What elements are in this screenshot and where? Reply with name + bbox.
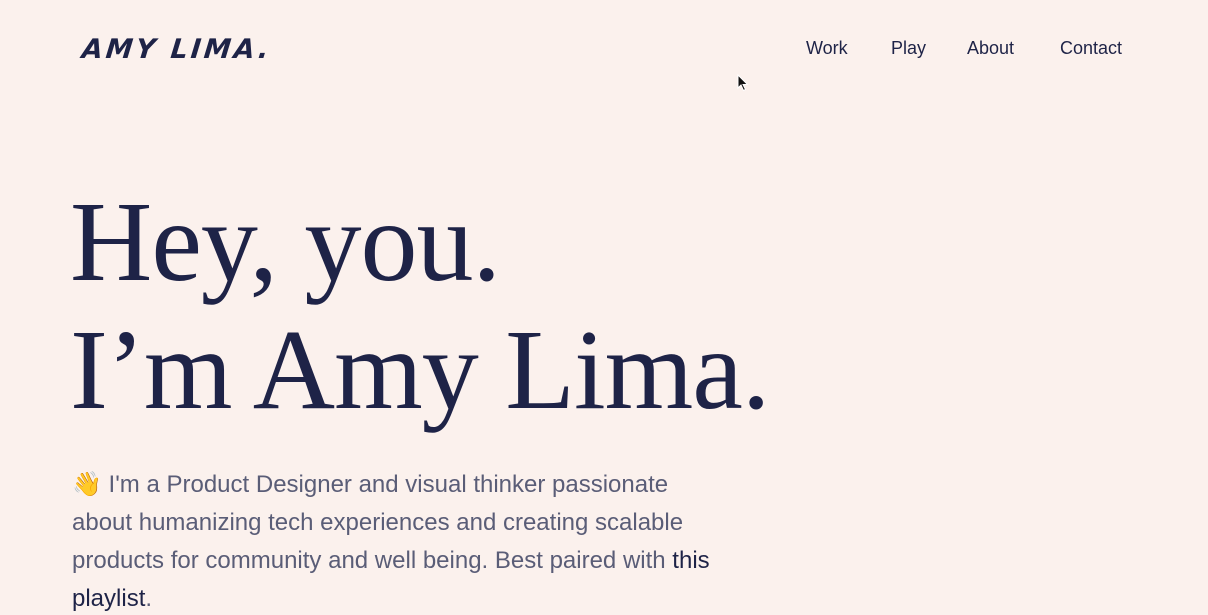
intro-paragraph: 👋 I'm a Product Designer and visual thin…: [72, 466, 732, 615]
nav-link-contact[interactable]: Contact: [1060, 38, 1122, 59]
hero-title-line-2: I’m Amy Lima.: [70, 306, 770, 433]
mouse-pointer-icon: [737, 74, 749, 92]
nav-link-about[interactable]: About: [967, 38, 1014, 59]
waving-hand-icon: 👋: [72, 471, 102, 498]
nav-link-work[interactable]: Work: [806, 38, 848, 59]
nav-link-play[interactable]: Play: [891, 38, 926, 59]
hero-title: Hey, you. I’m Amy Lima.: [70, 178, 770, 434]
site-logo[interactable]: AMY LIMA.: [80, 34, 273, 65]
intro-text: I'm a Product Designer and visual thinke…: [72, 471, 684, 574]
hero-title-line-1: Hey, you.: [70, 178, 501, 305]
intro-end: .: [145, 585, 153, 612]
